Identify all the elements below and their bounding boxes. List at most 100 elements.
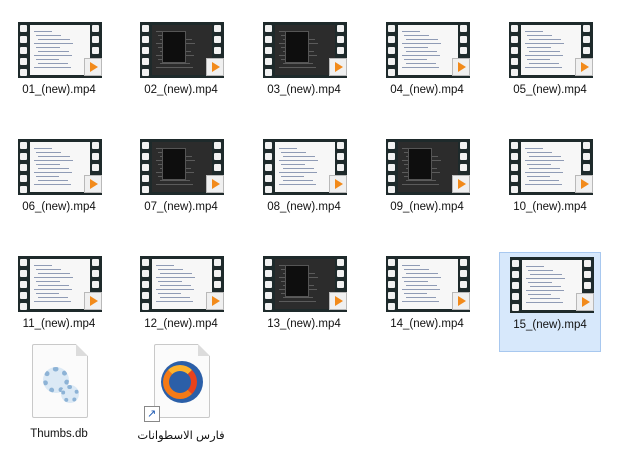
screen-text-line [404, 35, 429, 36]
screen-text-line [526, 266, 544, 267]
screen-text-line [529, 63, 559, 64]
film-hole [584, 260, 591, 267]
screen-text-line [526, 302, 563, 303]
film-hole [20, 164, 27, 171]
file-item[interactable]: 11_(new).mp4 [8, 252, 110, 352]
film-hole [584, 282, 591, 289]
film-hole [460, 259, 467, 266]
file-item[interactable]: 02_(new).mp4 [130, 18, 232, 118]
screen-text-line [404, 281, 428, 282]
screen-text-line [36, 293, 59, 294]
film-hole [20, 292, 27, 299]
screen-text-line [406, 273, 438, 274]
file-item[interactable]: 07_(new).mp4 [130, 135, 232, 235]
film-hole [337, 164, 344, 171]
screen-text-line [529, 180, 559, 181]
screen-text-line [38, 156, 70, 157]
film-hole [337, 142, 344, 149]
file-item[interactable]: 05_(new).mp4 [499, 18, 601, 118]
film-hole [214, 47, 221, 54]
file-name: 08_(new).mp4 [267, 201, 341, 213]
video-preview [398, 259, 458, 309]
screen-text-line [527, 59, 550, 60]
film-hole [142, 164, 149, 171]
file-item[interactable]: 04_(new).mp4 [376, 18, 478, 118]
screen-text-line [406, 51, 437, 52]
screen-text-line [402, 55, 440, 56]
play-badge-icon [84, 175, 102, 193]
screen-text-line [283, 156, 315, 157]
file-item[interactable]: 14_(new).mp4 [376, 252, 478, 352]
play-badge-icon [452, 58, 470, 76]
screen-text-line [279, 67, 316, 68]
file-name: 02_(new).mp4 [144, 84, 218, 96]
film-hole [142, 186, 149, 193]
screen-text-line [156, 277, 195, 278]
play-badge-icon [329, 58, 347, 76]
screen-text-line [529, 168, 560, 169]
film-hole [265, 142, 272, 149]
file-item[interactable]: 13_(new).mp4 [253, 252, 355, 352]
arrow-glyph: ↗ [147, 408, 157, 420]
screen-text-line [34, 43, 73, 44]
film-hole [265, 69, 272, 76]
screen-text-line [525, 31, 543, 32]
screen-text-line [160, 297, 190, 298]
file-item[interactable]: 08_(new).mp4 [253, 135, 355, 235]
file-item[interactable]: 12_(new).mp4 [130, 252, 232, 352]
film-hole [92, 259, 99, 266]
film-strip [263, 139, 275, 195]
file-name: 12_(new).mp4 [144, 318, 218, 330]
file-item[interactable]: 06_(new).mp4 [8, 135, 110, 235]
screen-text-line [34, 31, 52, 32]
film-hole [20, 25, 27, 32]
file-item[interactable]: 10_(new).mp4 [499, 135, 601, 235]
screen-text-line [38, 285, 69, 286]
screen-text-line [281, 176, 304, 177]
screen-text-line [36, 47, 60, 48]
file-item[interactable]: 09_(new).mp4 [376, 135, 478, 235]
file-name: 03_(new).mp4 [267, 84, 341, 96]
screen-text-line [402, 31, 420, 32]
film-hole [583, 153, 590, 160]
film-hole [142, 142, 149, 149]
film-hole [20, 36, 27, 43]
video-preview [522, 260, 582, 310]
page-fold [198, 344, 210, 356]
file-name: 10_(new).mp4 [513, 201, 587, 213]
film-hole [512, 260, 519, 267]
film-hole [265, 164, 272, 171]
play-triangle [212, 179, 220, 189]
play-triangle [458, 62, 466, 72]
screen-text-line [529, 39, 561, 40]
file-item[interactable]: Thumbs.db [8, 340, 110, 452]
film-strip [386, 256, 398, 312]
screen-text-line [402, 277, 441, 278]
screen-text-line [34, 301, 71, 302]
film-hole [20, 153, 27, 160]
screen-text-line [156, 265, 174, 266]
film-hole [265, 153, 272, 160]
film-strip [140, 139, 152, 195]
film-hole [583, 25, 590, 32]
film-hole [511, 142, 518, 149]
file-item[interactable]: 15_(new).mp4 [499, 252, 601, 352]
screen-text-line [160, 285, 191, 286]
screen-text-line [528, 294, 551, 295]
film-hole [460, 281, 467, 288]
play-triangle [212, 296, 220, 306]
film-hole [265, 175, 272, 182]
file-item[interactable]: 03_(new).mp4 [253, 18, 355, 118]
film-hole [20, 270, 27, 277]
screen-text-line [36, 59, 59, 60]
film-strip [386, 139, 398, 195]
file-name: فارس الاسطوانات [137, 430, 225, 442]
film-hole [20, 259, 27, 266]
film-hole [337, 47, 344, 54]
file-name: 05_(new).mp4 [513, 84, 587, 96]
file-item[interactable]: 01_(new).mp4 [8, 18, 110, 118]
file-item[interactable]: ↗ فارس الاسطوانات [130, 340, 232, 452]
screen-text-line [527, 176, 550, 177]
video-preview [521, 25, 581, 75]
screen-text-line [158, 269, 183, 270]
